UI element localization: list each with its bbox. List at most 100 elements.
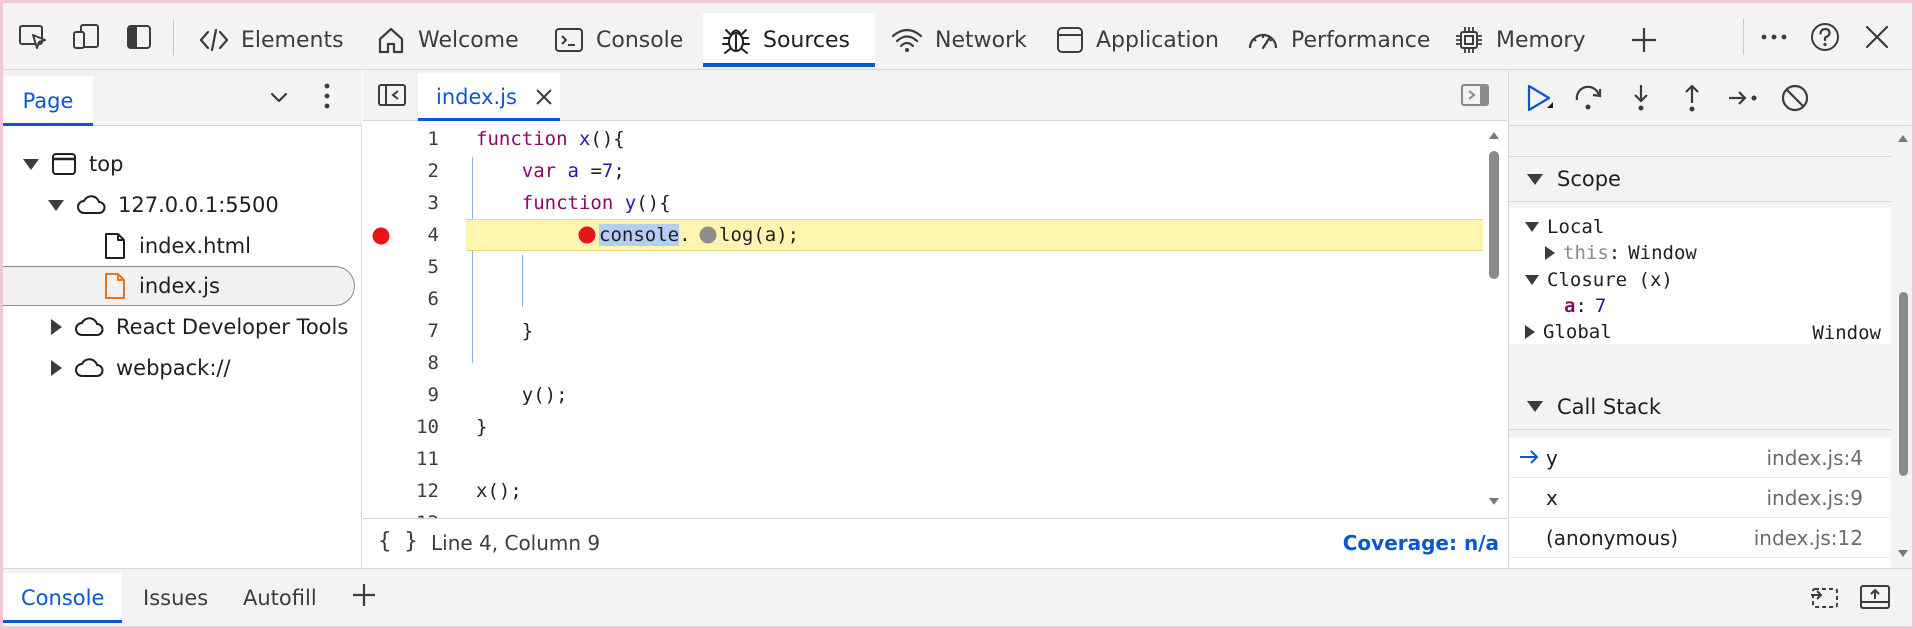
scope-this[interactable]: this: Window [1545, 240, 1697, 266]
coverage-link[interactable]: Coverage: n/a [1343, 531, 1499, 555]
device-toolbar-icon[interactable] [69, 21, 103, 53]
add-tab-button[interactable] [1611, 13, 1677, 67]
tab-application[interactable]: Application [1038, 13, 1237, 67]
code-line[interactable]: 7 } [363, 315, 1483, 347]
scope-variable[interactable]: a: 7 [1564, 293, 1606, 319]
editor-scrollbar[interactable] [1486, 121, 1502, 518]
line-number[interactable]: 11 [363, 448, 439, 470]
debugger-scrollbar[interactable] [1895, 126, 1911, 568]
tree-item-label: index.html [139, 234, 251, 258]
tab-network[interactable]: Network [873, 13, 1045, 67]
deactivate-breakpoints-button[interactable] [1775, 80, 1815, 116]
tab-console[interactable]: Console [536, 13, 701, 67]
call-frame[interactable]: x index.js:9 [1509, 478, 1891, 518]
line-number[interactable]: 10 [363, 416, 439, 438]
tab-page[interactable]: Page [3, 76, 93, 126]
editor-tabbar: index.js [363, 70, 1507, 121]
scope-closure[interactable]: Closure (x) [1525, 267, 1673, 293]
more-menu-button[interactable] [1754, 17, 1794, 57]
drawer-add-button[interactable] [350, 581, 378, 613]
step-over-button[interactable] [1569, 80, 1609, 116]
code-line[interactable]: 6 [363, 283, 1483, 315]
tab-welcome[interactable]: Welcome [358, 13, 537, 67]
drawer-tab-autofill[interactable]: Autofill [243, 573, 317, 623]
tree-item-top[interactable]: top [23, 144, 123, 184]
inline-breakpoint-icon[interactable] [578, 226, 596, 249]
tree-item-index-js[interactable]: index.js [103, 266, 220, 306]
code-line[interactable]: 3 function y(){ [363, 187, 1483, 219]
expand-arrow-icon [1527, 401, 1543, 412]
line-number[interactable]: 1 [363, 128, 439, 150]
pretty-print-button[interactable]: { } [378, 529, 418, 554]
collapse-arrow-icon[interactable] [51, 319, 62, 335]
call-stack-header[interactable]: Call Stack [1509, 384, 1891, 430]
line-number[interactable]: 5 [363, 256, 439, 278]
inspect-element-icon[interactable] [16, 21, 50, 53]
line-number[interactable]: 9 [363, 384, 439, 406]
cloud-icon [77, 195, 106, 214]
scope-global[interactable]: Global [1525, 319, 1612, 345]
tree-item-react-devtools[interactable]: React Developer Tools [48, 307, 348, 347]
call-frame-location[interactable]: index.js:4 [1766, 446, 1863, 470]
code-area[interactable]: 1 function x(){ 2 var a =7; 3 function y… [363, 121, 1507, 518]
line-number[interactable]: 6 [363, 288, 439, 310]
code-line[interactable]: 13 [363, 507, 1483, 518]
drawer-tab-console[interactable]: Console [3, 573, 123, 623]
collapse-arrow-icon[interactable] [51, 360, 62, 376]
call-frame-name: (anonymous) [1546, 525, 1679, 550]
line-number[interactable]: 7 [363, 320, 439, 342]
toggle-navigator-icon[interactable] [377, 83, 407, 111]
call-frame-location[interactable]: index.js:9 [1766, 486, 1863, 510]
code-line[interactable]: 5 [363, 251, 1483, 283]
tab-memory[interactable]: Memory [1436, 13, 1603, 67]
resume-button[interactable] [1519, 80, 1559, 116]
call-frame[interactable]: (anonymous) index.js:12 [1509, 518, 1891, 558]
code-line[interactable]: 2 var a =7; [363, 155, 1483, 187]
line-number[interactable]: 8 [363, 352, 439, 374]
close-tab-icon[interactable] [535, 88, 553, 106]
scope-local[interactable]: Local [1525, 214, 1604, 240]
code-line[interactable]: 11 [363, 443, 1483, 475]
tree-item-label: index.js [139, 274, 220, 298]
code-line[interactable]: 9 y(); [363, 379, 1483, 411]
line-number[interactable]: 2 [363, 160, 439, 182]
editor-tab-index-js[interactable]: index.js [418, 73, 560, 121]
drawer-tab-issues[interactable]: Issues [143, 573, 208, 623]
step-out-button[interactable] [1672, 80, 1712, 116]
code-line[interactable]: 12 x(); [363, 475, 1483, 507]
code-line[interactable]: 8 [363, 347, 1483, 379]
close-drawer-button[interactable] [1859, 583, 1891, 615]
code-line[interactable]: 10 } [363, 411, 1483, 443]
toggle-debugger-icon[interactable] [1460, 83, 1490, 111]
close-devtools-button[interactable] [1857, 17, 1897, 57]
sidebar-toggle-icon[interactable] [122, 21, 156, 53]
expand-arrow-icon[interactable] [23, 158, 39, 170]
step-into-button[interactable] [1621, 80, 1661, 116]
line-number[interactable]: 4 [363, 224, 439, 246]
current-frame-arrow-icon [1520, 450, 1539, 464]
collapse-arrow-icon [1525, 325, 1535, 339]
call-frame-location[interactable]: index.js:12 [1754, 526, 1863, 550]
tab-elements[interactable]: Elements [181, 13, 362, 67]
tab-sources[interactable]: Sources [703, 13, 875, 67]
more-vertical-icon[interactable] [323, 82, 331, 114]
call-frame[interactable]: y index.js:4 [1509, 438, 1891, 478]
code-line[interactable]: 1 function x(){ [363, 123, 1483, 155]
chevron-down-icon[interactable] [268, 86, 290, 112]
line-number[interactable]: 3 [363, 192, 439, 214]
scope-header[interactable]: Scope [1509, 156, 1891, 202]
tab-sources-label: Sources [763, 27, 851, 53]
tab-performance[interactable]: Performance [1229, 13, 1448, 67]
expand-arrow-icon[interactable] [48, 199, 64, 211]
tree-item-index-html[interactable]: index.html [103, 226, 251, 266]
line-number[interactable]: 12 [363, 480, 439, 502]
tree-item-webpack[interactable]: webpack:// [48, 348, 231, 388]
breakpoints-off-icon [1781, 84, 1809, 112]
help-button[interactable] [1805, 17, 1845, 57]
step-button[interactable] [1724, 80, 1764, 116]
dock-drawer-button[interactable] [1809, 583, 1841, 615]
inline-breakpoint-inactive-icon[interactable] [699, 226, 717, 249]
tree-item-localhost[interactable]: 127.0.0.1:5500 [48, 185, 279, 225]
code-line-4[interactable]: 4 console. log(a); [363, 219, 1483, 251]
chip-icon [1456, 27, 1482, 53]
